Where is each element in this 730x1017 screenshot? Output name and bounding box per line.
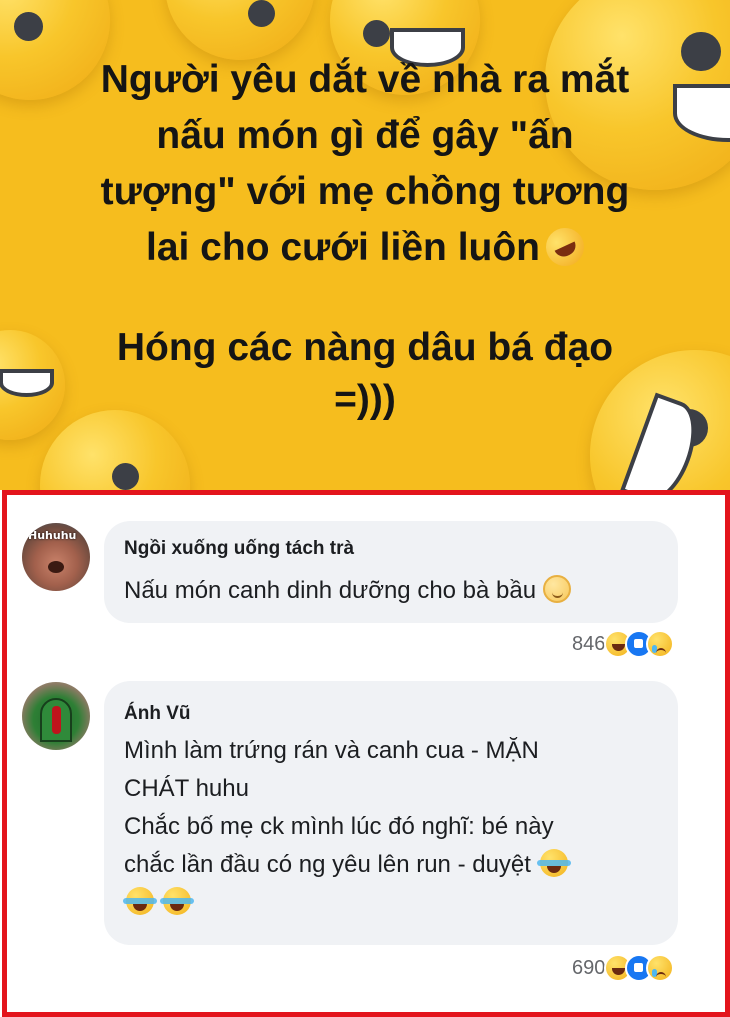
crying-face-icon [48, 561, 64, 573]
comment-text: Mình làm trứng rán và canh cua - MẶN CHÁ… [123, 732, 664, 922]
rolling-on-floor-laughing-icon [539, 221, 591, 273]
grinning-emoji-decoration-icon [165, 0, 315, 60]
avatar-caption: Huhuhu [28, 529, 77, 542]
comment-text: Nấu món canh dinh dưỡng cho bà bầu [124, 572, 571, 610]
reaction-summary[interactable]: 690 [572, 953, 675, 983]
face-with-tears-of-joy-icon [536, 849, 571, 877]
comment-author[interactable]: Ánh Vũ [124, 703, 191, 725]
reaction-summary[interactable]: 846 [572, 629, 675, 659]
headline-line: tượng" với mẹ chồng tương [100, 170, 630, 213]
comment-line: Chắc bố mẹ ck mình lúc đó nghĩ: bé này [124, 813, 554, 840]
post-image-banner: Người yêu dắt về nhà ra mắt nấu món gì đ… [0, 0, 730, 490]
post-headline: Người yêu dắt về nhà ra mắt nấu món gì đ… [40, 52, 690, 276]
face-with-tears-of-joy-icon [123, 887, 157, 915]
comment-author[interactable]: Ngồi xuống uống tách trà [124, 538, 354, 560]
headline-line: lai cho cưới liền luôn [145, 226, 541, 269]
headline-line: Người yêu dắt về nhà ra mắt [100, 58, 630, 101]
comment-line: chắc lần đầu có ng yêu lên run - duyệt [124, 851, 531, 878]
face-with-tears-of-joy-icon [159, 887, 194, 915]
post-subline: Hóng các nàng dâu bá đạo =))) [40, 322, 690, 426]
comment-line: Nấu món canh dinh dưỡng cho bà bầu [124, 577, 537, 604]
comment-line: Mình làm trứng rán và canh cua - MẶN [124, 737, 539, 764]
sad-reaction-icon [646, 630, 675, 658]
headline-line: nấu món gì để gây "ấn [156, 114, 574, 157]
avatar[interactable] [22, 682, 90, 750]
reaction-count: 690 [572, 956, 606, 979]
person-figure-icon [52, 706, 61, 734]
reaction-count: 846 [572, 632, 606, 655]
headline-line-with-emoji: lai cho cưới liền luôn [40, 220, 690, 276]
comment-line: CHÁT huhu [124, 775, 249, 802]
subline-line: Hóng các nàng dâu bá đạo [116, 326, 614, 369]
comment-line-with-emoji: chắc lần đầu có ng yêu lên run - duyệt [124, 846, 664, 884]
sad-reaction-icon [646, 954, 675, 982]
relieved-face-icon [542, 575, 571, 603]
avatar[interactable]: Huhuhu [22, 523, 90, 591]
subline-line: =))) [334, 378, 396, 421]
emoji-line [123, 884, 664, 922]
